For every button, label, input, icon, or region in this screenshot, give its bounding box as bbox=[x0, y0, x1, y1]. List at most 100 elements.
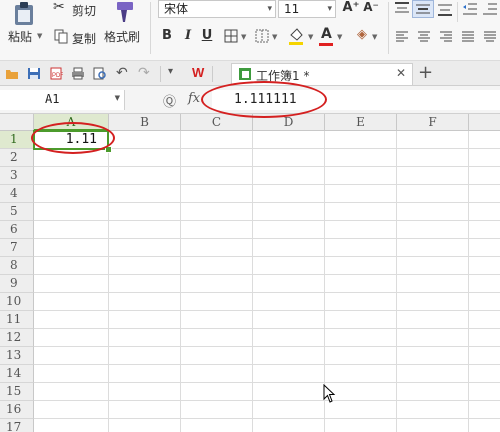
ribbon-divider bbox=[457, 2, 458, 22]
save-icon[interactable] bbox=[27, 67, 41, 80]
underline-button[interactable]: U bbox=[199, 28, 215, 43]
grid-column-line bbox=[252, 131, 253, 432]
italic-button[interactable]: I bbox=[180, 28, 196, 43]
eraser-icon: ◈ bbox=[357, 27, 367, 42]
font-name-value: 宋体 bbox=[164, 2, 189, 16]
align-bottom-icon[interactable] bbox=[437, 2, 453, 16]
row-header-8[interactable]: 8 bbox=[0, 257, 34, 275]
table-row[interactable] bbox=[34, 311, 500, 329]
format-painter-button[interactable]: 格式刷 bbox=[104, 0, 144, 50]
border-button[interactable]: ▼ bbox=[222, 28, 252, 46]
column-header-e[interactable]: E bbox=[325, 114, 397, 131]
chevron-down-icon: ▾ bbox=[267, 4, 272, 14]
grow-font-button[interactable]: A⁺ bbox=[342, 0, 360, 15]
table-row[interactable] bbox=[34, 185, 500, 203]
print-preview-icon[interactable] bbox=[93, 67, 107, 80]
spreadsheet-icon bbox=[239, 68, 251, 80]
shrink-font-button[interactable]: A⁻ bbox=[362, 0, 380, 14]
table-row[interactable] bbox=[34, 275, 500, 293]
align-right-icon[interactable] bbox=[439, 31, 453, 43]
table-row[interactable] bbox=[34, 257, 500, 275]
row-header-12[interactable]: 12 bbox=[0, 329, 34, 347]
svg-text:PDF: PDF bbox=[52, 73, 63, 79]
print-icon[interactable] bbox=[71, 67, 85, 80]
row-header-7[interactable]: 7 bbox=[0, 239, 34, 257]
cell-style-button[interactable]: ▼ bbox=[254, 28, 282, 46]
row-header-10[interactable]: 10 bbox=[0, 293, 34, 311]
clipboard-icon bbox=[15, 2, 33, 25]
font-name-select[interactable]: 宋体 ▾ bbox=[158, 0, 276, 18]
paste-button[interactable]: 粘贴 ▼ bbox=[6, 0, 46, 56]
row-header-2[interactable]: 2 bbox=[0, 149, 34, 167]
row-header-14[interactable]: 14 bbox=[0, 365, 34, 383]
distributed-align-icon[interactable] bbox=[483, 31, 497, 43]
table-row[interactable] bbox=[34, 203, 500, 221]
table-row[interactable] bbox=[34, 293, 500, 311]
row-header-13[interactable]: 13 bbox=[0, 347, 34, 365]
table-row[interactable] bbox=[34, 365, 500, 383]
clear-format-button[interactable]: ◈ ▼ bbox=[355, 27, 381, 47]
chevron-down-icon: ▼ bbox=[241, 33, 247, 41]
close-icon[interactable]: ✕ bbox=[396, 66, 406, 80]
align-middle-icon bbox=[416, 4, 430, 14]
bold-button[interactable]: B bbox=[159, 28, 175, 43]
undo-icon[interactable]: ↶ bbox=[116, 65, 130, 81]
table-row[interactable] bbox=[34, 221, 500, 239]
open-folder-icon[interactable] bbox=[5, 67, 19, 80]
row-header-16[interactable]: 16 bbox=[0, 401, 34, 419]
select-all-corner[interactable] bbox=[0, 114, 34, 131]
justify-icon[interactable] bbox=[461, 31, 475, 43]
table-row[interactable] bbox=[34, 329, 500, 347]
row-header-15[interactable]: 15 bbox=[0, 383, 34, 401]
column-header-f[interactable]: F bbox=[397, 114, 469, 131]
copy-button[interactable]: 复制 bbox=[52, 28, 100, 46]
cut-button[interactable]: ✂ 剪切 bbox=[52, 0, 100, 18]
font-size-select[interactable]: 11 ▾ bbox=[278, 0, 336, 18]
font-color-swatch bbox=[319, 43, 333, 46]
paint-bucket-icon bbox=[289, 28, 303, 45]
new-tab-button[interactable]: + bbox=[418, 62, 433, 83]
row-header-9[interactable]: 9 bbox=[0, 275, 34, 293]
table-row[interactable] bbox=[34, 239, 500, 257]
customize-toolbar-icon[interactable]: ▾ bbox=[168, 66, 182, 79]
align-middle-button[interactable] bbox=[412, 0, 434, 18]
align-top-icon[interactable] bbox=[394, 2, 410, 16]
row-header-5[interactable]: 5 bbox=[0, 203, 34, 221]
row-header-6[interactable]: 6 bbox=[0, 221, 34, 239]
zoom-function-icon[interactable]: Ⓠ bbox=[163, 91, 176, 110]
spreadsheet-grid[interactable]: ABCDEF 1 2 3 4 5 6 7 8 9 10 11 12 13 14 15 16 17 1.11 bbox=[0, 114, 500, 432]
font-size-value: 11 bbox=[284, 2, 300, 16]
wps-logo-icon[interactable]: W bbox=[192, 65, 204, 80]
fill-color-button[interactable]: ▼ bbox=[288, 27, 318, 47]
column-header-b[interactable]: B bbox=[109, 114, 181, 131]
column-header-stub[interactable] bbox=[469, 114, 500, 131]
table-row[interactable] bbox=[34, 419, 500, 432]
grid-column-line bbox=[468, 131, 469, 432]
font-color-button[interactable]: A ▼ bbox=[319, 26, 347, 47]
row-header-11[interactable]: 11 bbox=[0, 311, 34, 329]
row-header-3[interactable]: 3 bbox=[0, 167, 34, 185]
qbar-divider bbox=[160, 66, 161, 82]
table-row[interactable] bbox=[34, 149, 500, 167]
increase-indent-icon[interactable] bbox=[482, 2, 498, 16]
export-pdf-icon[interactable]: PDF bbox=[49, 67, 63, 80]
chevron-down-icon: ▾ bbox=[327, 4, 332, 14]
border-grid-icon bbox=[224, 29, 238, 43]
row-header-1[interactable]: 1 bbox=[0, 131, 34, 149]
row-header-17[interactable]: 17 bbox=[0, 419, 34, 432]
grow-font-icon: A⁺ bbox=[342, 0, 360, 15]
scissors-icon: ✂ bbox=[53, 0, 65, 15]
grid-column-line bbox=[396, 131, 397, 432]
row-header-4[interactable]: 4 bbox=[0, 185, 34, 203]
table-row[interactable] bbox=[34, 167, 500, 185]
redo-icon[interactable]: ↷ bbox=[138, 65, 152, 81]
font-color-icon: A bbox=[321, 26, 332, 42]
align-left-icon[interactable] bbox=[395, 31, 409, 43]
name-box[interactable]: A1 ▼ bbox=[0, 90, 125, 110]
table-row[interactable] bbox=[34, 347, 500, 365]
table-row[interactable] bbox=[34, 401, 500, 419]
fx-button[interactable]: fx bbox=[188, 91, 200, 106]
align-center-icon[interactable] bbox=[417, 31, 431, 43]
table-row[interactable] bbox=[34, 383, 500, 401]
decrease-indent-icon[interactable] bbox=[462, 2, 478, 16]
